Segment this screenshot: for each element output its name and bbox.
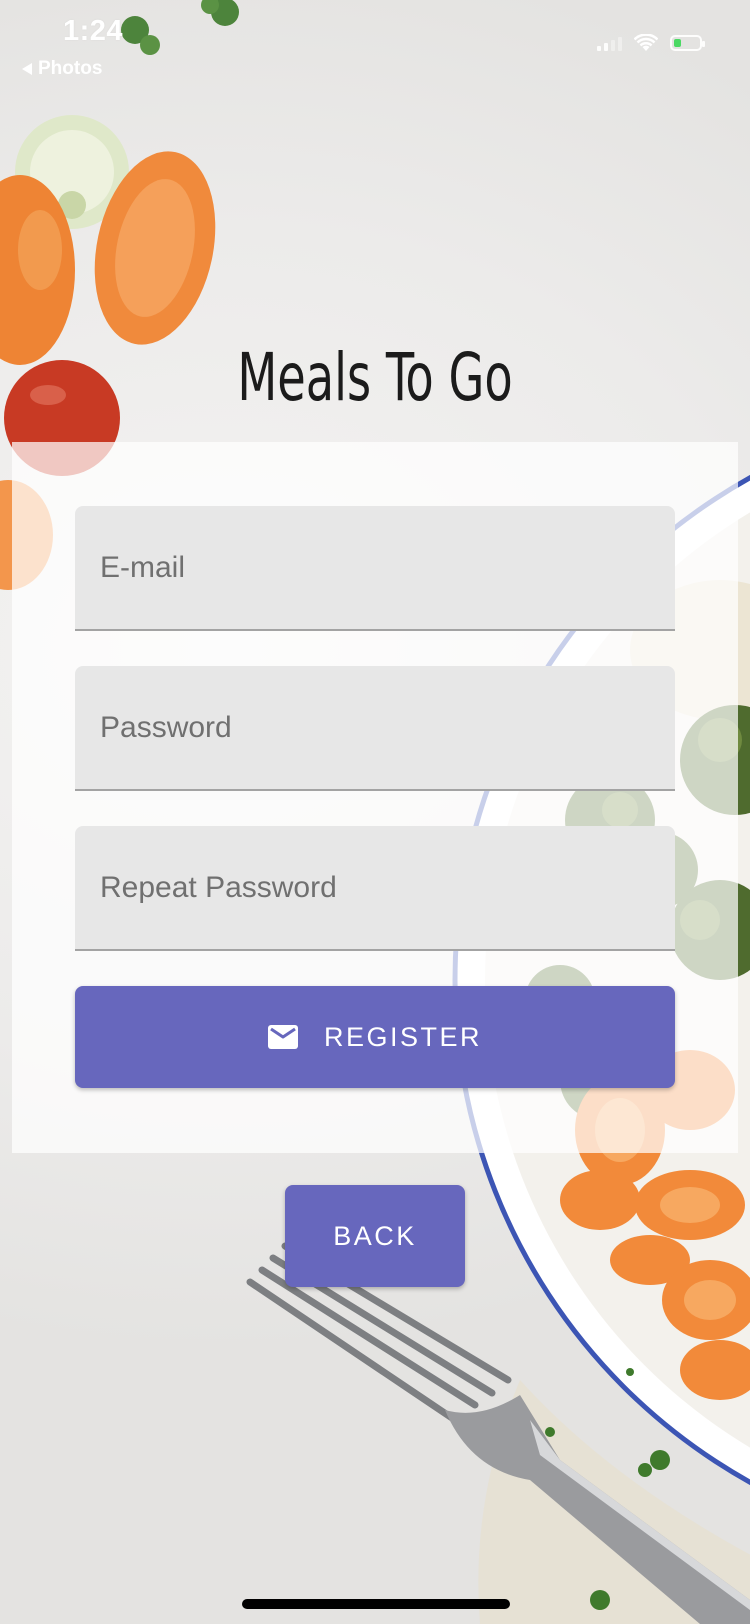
back-button[interactable]: BACK [285, 1185, 465, 1287]
register-button-label: REGISTER [323, 1021, 483, 1052]
password-input[interactable] [75, 666, 675, 789]
cellular-signal-icon [597, 35, 622, 51]
password-field[interactable] [75, 666, 675, 791]
repeat-password-field[interactable] [75, 826, 675, 951]
back-to-photos-link[interactable]: Photos [22, 58, 102, 80]
back-button-label: BACK [333, 1220, 417, 1251]
back-arrow-icon [22, 63, 32, 75]
app-title: Meals To Go [237, 339, 513, 416]
back-to-photos-label: Photos [38, 58, 103, 79]
wifi-icon [634, 34, 658, 51]
register-button[interactable]: REGISTER [75, 986, 675, 1088]
battery-icon [670, 35, 705, 51]
repeat-password-input[interactable] [75, 826, 675, 949]
register-form-card: REGISTER [12, 442, 738, 1153]
email-input[interactable] [75, 506, 675, 629]
status-icons [597, 34, 705, 52]
status-time: 1:24 [63, 15, 124, 47]
home-indicator[interactable] [242, 1599, 510, 1609]
email-icon [267, 1025, 298, 1049]
email-field[interactable] [75, 506, 675, 631]
